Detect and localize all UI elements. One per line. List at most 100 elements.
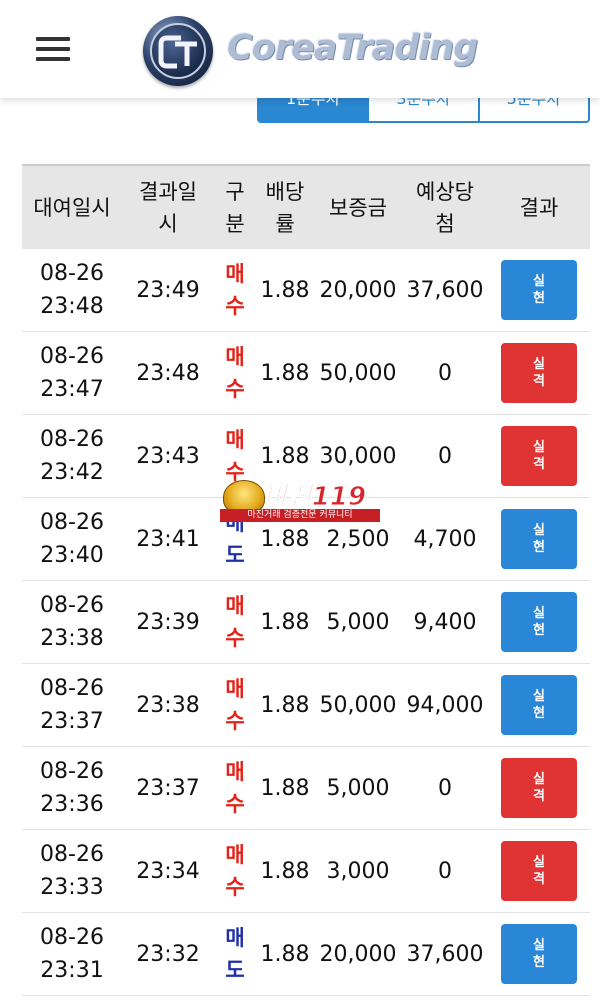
result-cell: 실현 [488,913,590,995]
result-cell: 실현 [488,249,590,331]
table-row: 08-26 23:33 23:34 매 수 1.88 3,000 0 실 격 [22,830,590,913]
table-body: 08-26 23:48 23:49 매 수 1.88 20,000 37,600 실 현 08-26… [22,249,590,996]
payout-rate: 1.88 [260,609,310,635]
trade-type: 매수 [225,677,245,733]
expected-payout: 94,000 [406,692,484,718]
result-cell: 실격 [488,747,590,829]
result-badge[interactable]: 실현 [501,675,577,735]
result-time: 23:41 [136,526,200,552]
rent-time: 23:33 [40,875,104,900]
deposit-amount: 5,000 [326,609,390,635]
result-badge[interactable]: 실현 [501,924,577,984]
logo-emblem-icon [143,16,213,86]
rent-date: 08-26 [40,759,104,784]
rent-time: 23:40 [40,543,104,568]
deposit-amount: 20,000 [319,941,397,967]
result-badge[interactable]: 실현 [501,260,577,320]
watermark-logo: 마진119 마진거래 검증전문 커뮤니티 [220,478,380,522]
table-row: 08-26 23:31 23:32 매 도 1.88 20,000 37,600 실 현 [22,913,590,996]
watermark-subtitle: 마진거래 검증전문 커뮤니티 [220,509,380,522]
table-row: 08-26 23:38 23:39 매 수 1.88 5,000 9,400 실 현 [22,581,590,664]
result-cell: 실현 [488,581,590,663]
result-cell: 실격 [488,415,590,497]
expected-payout: 37,600 [406,277,484,303]
payout-rate: 1.88 [260,941,310,967]
rent-time: 23:48 [40,294,104,319]
rent-date: 08-26 [40,593,104,618]
col-type: 구분 [225,179,245,236]
col-rate: 배당률 [265,179,305,236]
deposit-amount: 50,000 [319,692,397,718]
trade-type: 매수 [225,262,245,318]
logo-text: CoreaTrading [227,28,478,68]
col-expected: 예상당첨 [416,179,474,236]
expected-payout: 37,600 [406,941,484,967]
result-badge[interactable]: 실격 [501,841,577,901]
result-badge[interactable]: 실격 [501,426,577,486]
result-time: 23:39 [136,609,200,635]
rent-date: 08-26 [40,427,104,452]
col-result-time: 결과일시 [139,179,197,236]
table-row: 08-26 23:48 23:49 매 수 1.88 20,000 37,600 실 현 [22,249,590,332]
rent-time: 23:31 [40,958,104,983]
trade-type: 매수 [225,594,245,650]
result-badge[interactable]: 실현 [501,592,577,652]
result-time: 23:49 [136,277,200,303]
table-row: 08-26 23:47 23:48 매 수 1.88 50,000 0 실 격 [22,332,590,415]
result-cell: 실격 [488,830,590,912]
brand-logo[interactable]: CoreaTrading [143,16,478,86]
table-row: 08-26 23:36 23:37 매 수 1.88 5,000 0 실 격 [22,747,590,830]
result-badge[interactable]: 실격 [501,343,577,403]
payout-rate: 1.88 [260,360,310,386]
expected-payout: 0 [438,858,452,884]
deposit-amount: 5,000 [326,775,390,801]
deposit-amount: 50,000 [319,360,397,386]
payout-rate: 1.88 [260,692,310,718]
result-badge[interactable]: 실현 [501,509,577,569]
col-deposit: 보증금 [329,195,387,220]
rent-date: 08-26 [40,261,104,286]
result-time: 23:43 [136,443,200,469]
rent-date: 08-26 [40,676,104,701]
result-time: 23:32 [136,941,200,967]
rent-datetime: 08-26 23:38 [22,581,122,663]
rent-date: 08-26 [40,925,104,950]
rent-time: 23:47 [40,377,104,402]
payout-rate: 1.88 [260,775,310,801]
hamburger-menu-icon[interactable] [36,35,70,63]
trade-type: 매수 [225,345,245,401]
rent-time: 23:37 [40,709,104,734]
rent-datetime: 08-26 23:36 [22,747,122,829]
rent-time: 23:38 [40,626,104,651]
app-header: CoreaTrading [0,0,600,98]
result-time: 23:48 [136,360,200,386]
payout-rate: 1.88 [260,277,310,303]
expected-payout: 0 [438,443,452,469]
col-rent-time: 대여일시 [33,195,111,220]
payout-rate: 1.88 [260,858,310,884]
result-time: 23:38 [136,692,200,718]
trade-type: 매수 [225,760,245,816]
result-time: 23:37 [136,775,200,801]
rent-datetime: 08-26 23:48 [22,249,122,331]
rent-datetime: 08-26 23:40 [22,498,122,580]
expected-payout: 0 [438,775,452,801]
rent-datetime: 08-26 23:31 [22,913,122,995]
table-header: 대여일시 결과일시 구분 배당률 보증금 예상당첨 결과 [22,164,590,249]
result-badge[interactable]: 실격 [501,758,577,818]
rent-time: 23:42 [40,460,104,485]
trade-history-table: 대여일시 결과일시 구분 배당률 보증금 예상당첨 결과 08-26 23:48 2… [22,164,590,996]
deposit-amount: 20,000 [319,277,397,303]
rent-date: 08-26 [40,510,104,535]
trade-type: 매도 [225,926,245,982]
rent-datetime: 08-26 23:47 [22,332,122,414]
expected-payout: 0 [438,360,452,386]
rent-time: 23:36 [40,792,104,817]
expected-payout: 9,400 [413,609,477,635]
watermark-title: 마진119 [263,482,367,513]
rent-date: 08-26 [40,842,104,867]
table-row: 08-26 23:37 23:38 매 수 1.88 50,000 94,000 실 현 [22,664,590,747]
result-cell: 실격 [488,332,590,414]
col-result: 결과 [519,195,559,220]
deposit-amount: 3,000 [326,858,390,884]
